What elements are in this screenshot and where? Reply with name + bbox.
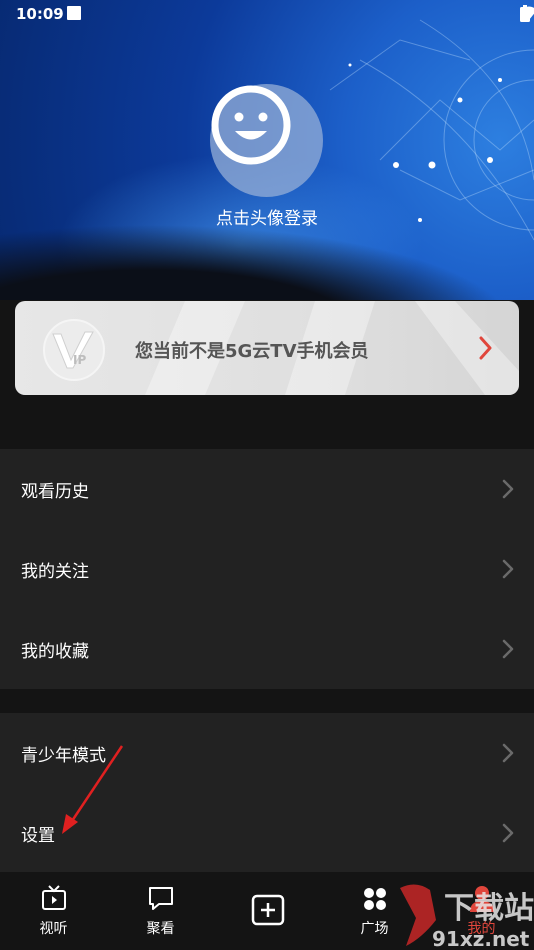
vip-membership-card[interactable]: IP 您当前不是5G云TV手机会员	[15, 301, 519, 395]
status-bar: 10:09	[0, 0, 534, 28]
vip-logo: IP	[52, 331, 94, 369]
menu-item-my-follows[interactable]: 我的关注	[0, 529, 534, 609]
avatar-button[interactable]	[210, 84, 323, 197]
menu-item-label: 我的关注	[21, 561, 89, 582]
menu-item-label: 设置	[21, 825, 55, 846]
vip-status-text: 您当前不是5G云TV手机会员	[135, 341, 369, 362]
watermark-url-text: 91xz.net	[432, 927, 530, 950]
chevron-right-icon	[479, 336, 492, 360]
vip-badge-icon: IP	[43, 319, 105, 381]
chevron-right-icon	[502, 639, 514, 659]
nav-tab-watch[interactable]: 视听	[0, 872, 107, 950]
chevron-right-icon	[502, 743, 514, 763]
chat-bubble-icon	[148, 887, 173, 910]
menu-item-label: 我的收藏	[21, 641, 89, 662]
menu-item-my-favorites[interactable]: 我的收藏	[0, 609, 534, 689]
annotation-arrow	[62, 745, 124, 834]
menu-item-watch-history[interactable]: 观看历史	[0, 449, 534, 529]
nav-tab-label: 视听	[39, 921, 68, 937]
login-prompt[interactable]: 点击头像登录	[0, 204, 534, 229]
chevron-right-icon	[502, 823, 514, 843]
nav-tab-label: 聚看	[146, 921, 175, 937]
profile-header: 10:09 点击头像登录	[0, 0, 534, 300]
menu-item-label: 观看历史	[21, 481, 89, 502]
chevron-right-icon	[502, 559, 514, 579]
chevron-right-icon	[502, 479, 514, 499]
site-watermark-logo: 下载站 91xz.net	[400, 884, 534, 950]
status-time: 10:09	[16, 5, 64, 23]
smiley-avatar-icon	[211, 85, 291, 165]
more-notifications-dot-icon	[71, 10, 77, 16]
plaza-icon	[363, 888, 386, 910]
add-square-icon	[251, 894, 284, 926]
menu-section-content: 观看历史 我的关注 我的收藏	[0, 449, 534, 689]
battery-icon	[520, 5, 530, 22]
section-divider	[0, 395, 534, 450]
nav-tab-add[interactable]	[214, 872, 321, 950]
watermark-logo-text: 下载站	[444, 891, 534, 926]
tv-icon	[41, 885, 66, 910]
nav-tab-gather[interactable]: 聚看	[107, 872, 214, 950]
svg-text:IP: IP	[73, 353, 86, 367]
